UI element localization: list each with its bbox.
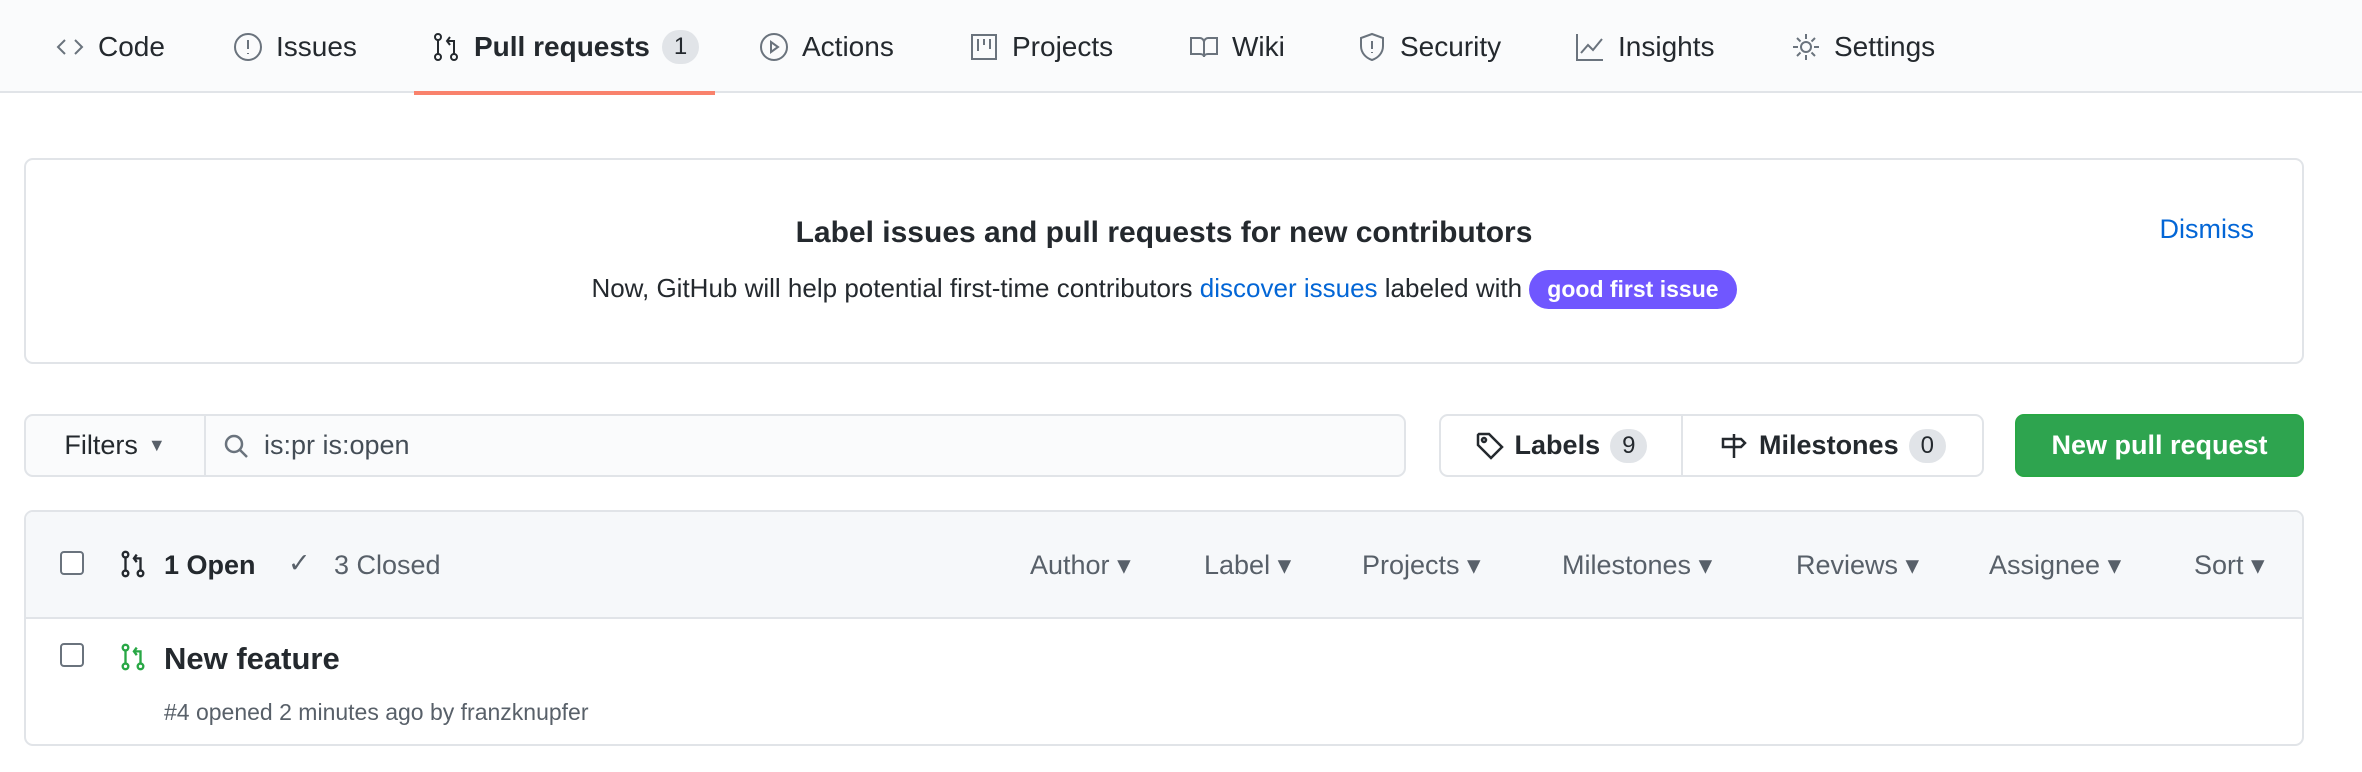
filters-label: Filters [64,430,138,460]
new-contributors-banner: Label issues and pull requests for new c… [24,158,2304,364]
banner-text-before: Now, GitHub will help potential first-ti… [591,273,1200,303]
banner-title: Label issues and pull requests for new c… [795,216,1533,249]
row-checkbox[interactable] [60,643,84,667]
dismiss-button[interactable]: Dismiss [2160,214,2255,245]
issue-icon [234,32,262,61]
tab-label: Code [98,30,165,62]
tab-actions[interactable]: Actions [758,0,894,93]
tab-projects[interactable]: Projects [968,0,1113,93]
milestone-icon [1721,433,1747,458]
caret-down-icon: ▼ [147,435,166,455]
tab-label: Security [1400,30,1502,62]
filters-dropdown[interactable]: Filters ▼ [24,414,206,477]
milestones-label: Milestones [1759,430,1899,460]
graph-icon [1576,33,1603,61]
assignee-dropdown[interactable]: Assignee [1989,550,2121,581]
new-pull-request-button[interactable]: New pull request [2015,414,2304,477]
tab-security[interactable]: Security [1356,0,1501,93]
book-icon [1190,36,1218,57]
closed-filter[interactable]: 3 Closed [334,550,441,581]
projects-dropdown[interactable]: Projects [1362,550,1481,581]
open-filter[interactable]: 1 Open [164,550,256,581]
search-icon [224,434,248,458]
banner-text-after: labeled with [1377,273,1530,303]
tab-pull-requests[interactable]: Pull requests 1 [413,0,716,95]
code-icon [56,38,84,55]
reviews-dropdown[interactable]: Reviews [1796,550,1919,581]
label-dropdown[interactable]: Label [1204,550,1291,581]
repo-nav: Code Issues Pull requests 1 Actions Proje… [0,0,2362,95]
tab-label: Insights [1618,30,1715,62]
tab-label: Wiki [1232,30,1285,62]
banner-text: Now, GitHub will help potential first-ti… [26,270,2302,309]
pr-title-link[interactable]: New feature [164,641,340,677]
tab-label: Issues [276,30,357,62]
discover-issues-link[interactable]: discover issues [1200,273,1378,303]
tab-label: Settings [1834,30,1936,62]
labels-button[interactable]: Labels 9 [1439,414,1683,477]
list-header: 1 Open ✓ 3 Closed Author Label Projects … [26,512,2302,619]
tab-issues[interactable]: Issues [232,0,357,93]
tab-wiki[interactable]: Wiki [1188,0,1285,93]
pull-request-icon [434,32,458,61]
tab-label: Actions [802,30,894,62]
tab-insights[interactable]: Insights [1574,0,1715,93]
gear-icon [1793,33,1819,60]
open-pull-request-icon [121,643,145,671]
search-field[interactable] [204,414,1406,477]
milestones-dropdown[interactable]: Milestones [1562,550,1712,581]
pull-request-list: 1 Open ✓ 3 Closed Author Label Projects … [24,510,2304,746]
author-dropdown[interactable]: Author [1030,550,1131,581]
pr-count-badge: 1 [661,29,700,64]
sort-dropdown[interactable]: Sort [2194,550,2265,581]
tab-label: Projects [1012,30,1114,62]
list-item: New feature #4 opened 2 minutes ago by f… [26,619,2302,744]
labels-label: Labels [1514,430,1601,460]
tab-settings[interactable]: Settings [1790,0,1935,93]
project-icon [971,33,997,60]
tab-code[interactable]: Code [54,0,165,93]
milestones-count: 0 [1908,428,1946,463]
select-all-checkbox[interactable] [60,551,84,575]
milestones-button[interactable]: Milestones 0 [1681,414,1984,477]
play-icon [760,32,788,61]
check-icon: ✓ [288,548,311,578]
search-input[interactable] [264,430,1364,461]
labels-count: 9 [1610,428,1648,463]
tab-label: Pull requests [474,30,650,62]
shield-icon [1360,32,1384,61]
pull-request-icon [121,550,145,578]
pr-meta: #4 opened 2 minutes ago by franzknupfer [164,699,589,725]
tag-icon [1476,432,1504,460]
good-first-issue-label[interactable]: good first issue [1529,270,1737,309]
